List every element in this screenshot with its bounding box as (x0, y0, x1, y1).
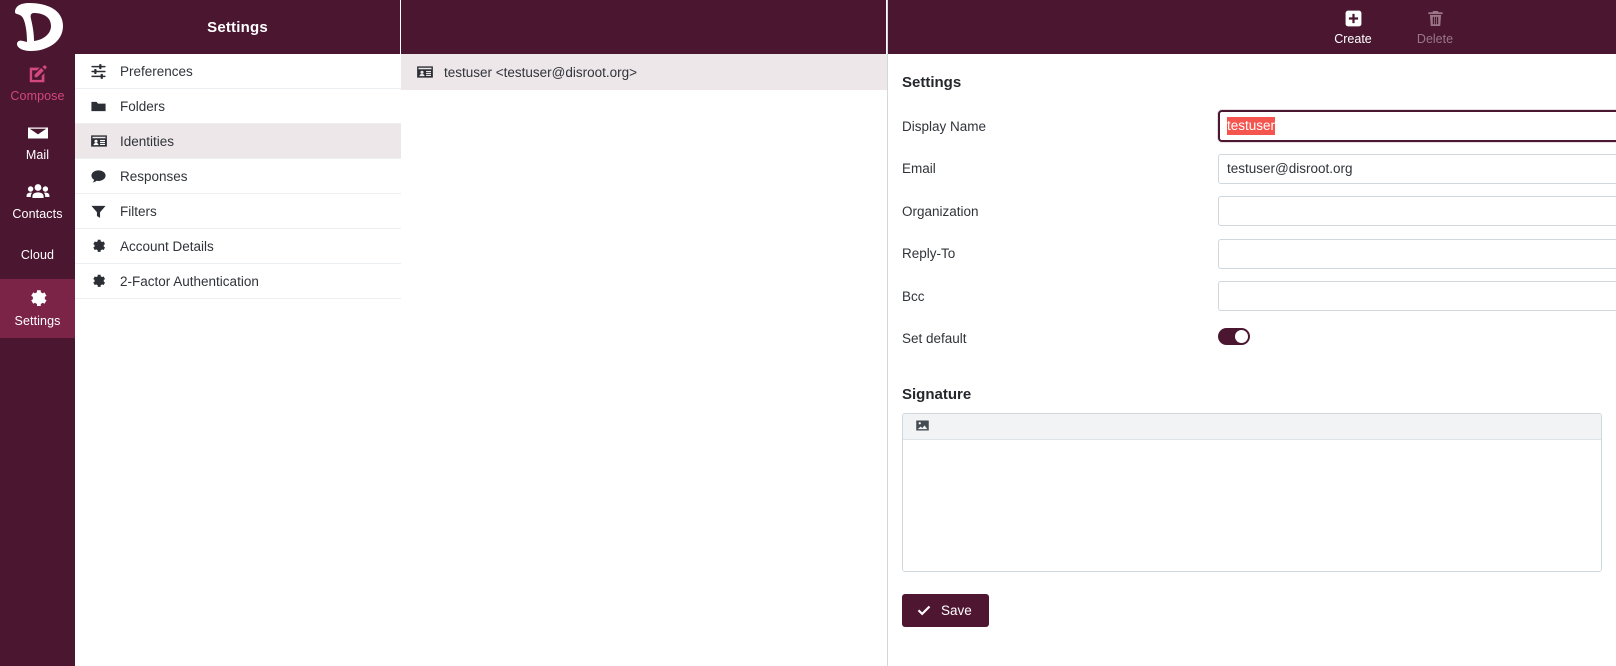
field-row-bcc: Bcc (888, 275, 1616, 318)
save-row: Save (888, 572, 1616, 627)
rail-item-label: Cloud (20, 248, 55, 262)
rail-item-contacts[interactable]: Contacts (0, 172, 75, 231)
speech-bubble-icon (89, 168, 108, 185)
sidebar-item-label: Responses (120, 168, 188, 184)
display-name-input[interactable]: testuser (1218, 110, 1616, 143)
settings-options-panel: Settings Preferences Folders Identities … (75, 0, 401, 666)
signature-toolbar (903, 414, 1601, 440)
section-title-settings: Settings (902, 74, 962, 91)
rail-item-label: Settings (14, 314, 61, 328)
gear-icon (89, 238, 108, 255)
sidebar-item-label: Filters (120, 203, 157, 219)
gear-icon (89, 273, 108, 290)
rail-item-cloud[interactable]: Cloud (0, 231, 75, 279)
editor-toolbar: Create Delete (888, 0, 1616, 54)
settings-options-list: Preferences Folders Identities Responses… (75, 54, 401, 666)
disroot-logo[interactable] (0, 0, 75, 54)
insert-image-button[interactable] (912, 417, 932, 437)
signature-editor (902, 413, 1602, 572)
field-row-set-default: Set default (888, 318, 1616, 361)
editor-body: Settings Display Name testuser Email tes… (888, 54, 1616, 666)
app-root: Compose Mail Contacts Cloud Settings Set… (0, 0, 1616, 666)
rail-item-label: Contacts (12, 207, 63, 221)
identity-rows: testuser <testuser@disroot.org> (401, 54, 887, 666)
reply-to-input[interactable] (1218, 238, 1616, 269)
trash-icon (1426, 9, 1445, 29)
sidebar-item-preferences[interactable]: Preferences (75, 54, 401, 89)
field-label: Email (902, 161, 936, 177)
sidebar-item-label: Identities (120, 133, 175, 149)
field-label: Set default (902, 331, 967, 347)
field-label: Display Name (902, 118, 987, 134)
id-card-icon (415, 63, 434, 81)
identity-list-header (401, 0, 887, 54)
signature-content[interactable] (903, 440, 1601, 571)
delete-button-label: Delete (1416, 31, 1454, 46)
section-title-signature: Signature (902, 386, 972, 403)
rail-item-label: Compose (10, 89, 65, 103)
rail-item-compose[interactable]: Compose (0, 54, 75, 113)
organization-input[interactable] (1218, 196, 1616, 227)
gear-icon (27, 287, 49, 311)
folder-icon (89, 98, 108, 115)
rail-item-settings[interactable]: Settings (0, 279, 75, 338)
insert-image-icon (915, 418, 930, 436)
field-row-email: Email (888, 148, 1616, 191)
save-button-label: Save (941, 603, 972, 618)
check-icon (916, 603, 932, 619)
sidebar-item-label: Preferences (120, 63, 193, 79)
create-button-label: Create (1334, 31, 1372, 46)
toggle-knob (1235, 329, 1248, 343)
bcc-input[interactable] (1218, 281, 1616, 312)
identity-editor-panel: Create Delete Settings Display Name test… (888, 0, 1616, 666)
id-card-icon (89, 132, 108, 150)
rail-item-mail[interactable]: Mail (0, 113, 75, 172)
primary-rail: Compose Mail Contacts Cloud Settings (0, 0, 75, 666)
plus-square-icon (1344, 9, 1363, 29)
sidebar-item-label: Account Details (120, 238, 214, 254)
sidebar-item-identities[interactable]: Identities (75, 124, 401, 159)
contacts-people-icon (26, 180, 50, 204)
field-label: Bcc (902, 288, 925, 304)
list-item[interactable]: testuser <testuser@disroot.org> (401, 54, 887, 90)
sidebar-item-account-details[interactable]: Account Details (75, 229, 401, 264)
identity-label: testuser <testuser@disroot.org> (444, 64, 638, 80)
identity-list-panel: testuser <testuser@disroot.org> (401, 0, 888, 666)
sidebar-item-2fa[interactable]: 2-Factor Authentication (75, 264, 401, 299)
sidebar-item-label: Folders (120, 98, 166, 114)
set-default-toggle[interactable] (1218, 327, 1250, 345)
email-input[interactable] (1218, 153, 1616, 184)
field-row-organization: Organization (888, 190, 1616, 233)
field-label: Reply-To (902, 246, 956, 262)
envelope-icon (26, 121, 50, 145)
compose-pencil-icon (27, 62, 49, 86)
sidebar-item-filters[interactable]: Filters (75, 194, 401, 229)
funnel-icon (89, 203, 108, 220)
save-button[interactable]: Save (902, 594, 989, 627)
delete-button[interactable]: Delete (1406, 9, 1464, 46)
sliders-icon (89, 63, 108, 80)
field-row-reply-to: Reply-To (888, 233, 1616, 276)
display-name-selected-text: testuser (1227, 117, 1276, 136)
rail-item-label: Mail (25, 148, 50, 162)
field-label: Organization (902, 203, 979, 219)
page-title: Settings (75, 0, 401, 54)
sidebar-item-responses[interactable]: Responses (75, 159, 401, 194)
sidebar-item-folders[interactable]: Folders (75, 89, 401, 124)
field-row-display-name: Display Name testuser (888, 105, 1616, 148)
create-button[interactable]: Create (1324, 9, 1382, 46)
sidebar-item-label: 2-Factor Authentication (120, 273, 259, 289)
